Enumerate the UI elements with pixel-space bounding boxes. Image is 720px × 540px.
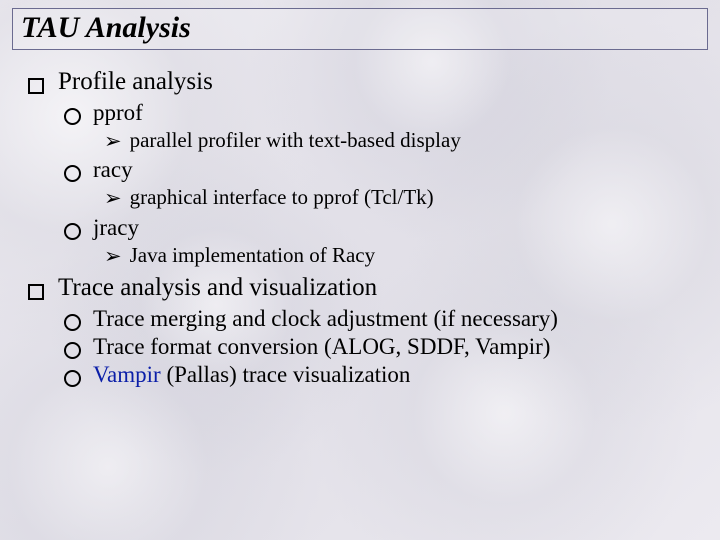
- square-bullet-icon: [28, 284, 44, 300]
- section-heading: Trace analysis and visualization: [28, 274, 692, 302]
- arrow-bullet-icon: ➢: [104, 128, 122, 155]
- list-item: Trace format conversion (ALOG, SDDF, Vam…: [64, 334, 692, 360]
- circle-bullet-icon: [64, 165, 81, 182]
- item-desc: graphical interface to pprof (Tcl/Tk): [130, 185, 434, 210]
- list-item: racy: [64, 157, 692, 183]
- item-name: racy: [93, 157, 133, 183]
- item-rest: (Pallas) trace visualization: [161, 362, 411, 387]
- circle-bullet-icon: [64, 108, 81, 125]
- square-bullet-icon: [28, 78, 44, 94]
- heading-text: Trace analysis and visualization: [58, 274, 377, 302]
- list-item: Vampir (Pallas) trace visualization: [64, 362, 692, 388]
- title-bar: TAU Analysis: [12, 8, 708, 50]
- list-subitem: ➢ Java implementation of Racy: [104, 243, 692, 270]
- item-text: Trace format conversion (ALOG, SDDF, Vam…: [93, 334, 550, 360]
- section-heading: Profile analysis: [28, 68, 692, 96]
- list-subitem: ➢ graphical interface to pprof (Tcl/Tk): [104, 185, 692, 212]
- list-item: Trace merging and clock adjustment (if n…: [64, 306, 692, 332]
- circle-bullet-icon: [64, 342, 81, 359]
- vampir-link[interactable]: Vampir: [93, 362, 161, 387]
- arrow-bullet-icon: ➢: [104, 185, 122, 212]
- circle-bullet-icon: [64, 370, 81, 387]
- circle-bullet-icon: [64, 223, 81, 240]
- arrow-bullet-icon: ➢: [104, 243, 122, 270]
- list-subitem: ➢ parallel profiler with text-based disp…: [104, 128, 692, 155]
- item-name: pprof: [93, 100, 143, 126]
- item-text: Vampir (Pallas) trace visualization: [93, 362, 410, 388]
- item-desc: Java implementation of Racy: [130, 243, 376, 268]
- list-item: jracy: [64, 215, 692, 241]
- slide-title: TAU Analysis: [21, 11, 699, 45]
- circle-bullet-icon: [64, 314, 81, 331]
- list-item: pprof: [64, 100, 692, 126]
- item-text: Trace merging and clock adjustment (if n…: [93, 306, 558, 332]
- item-name: jracy: [93, 215, 139, 241]
- slide-body: Profile analysis pprof ➢ parallel profil…: [0, 68, 720, 388]
- heading-text: Profile analysis: [58, 68, 213, 96]
- item-desc: parallel profiler with text-based displa…: [130, 128, 461, 153]
